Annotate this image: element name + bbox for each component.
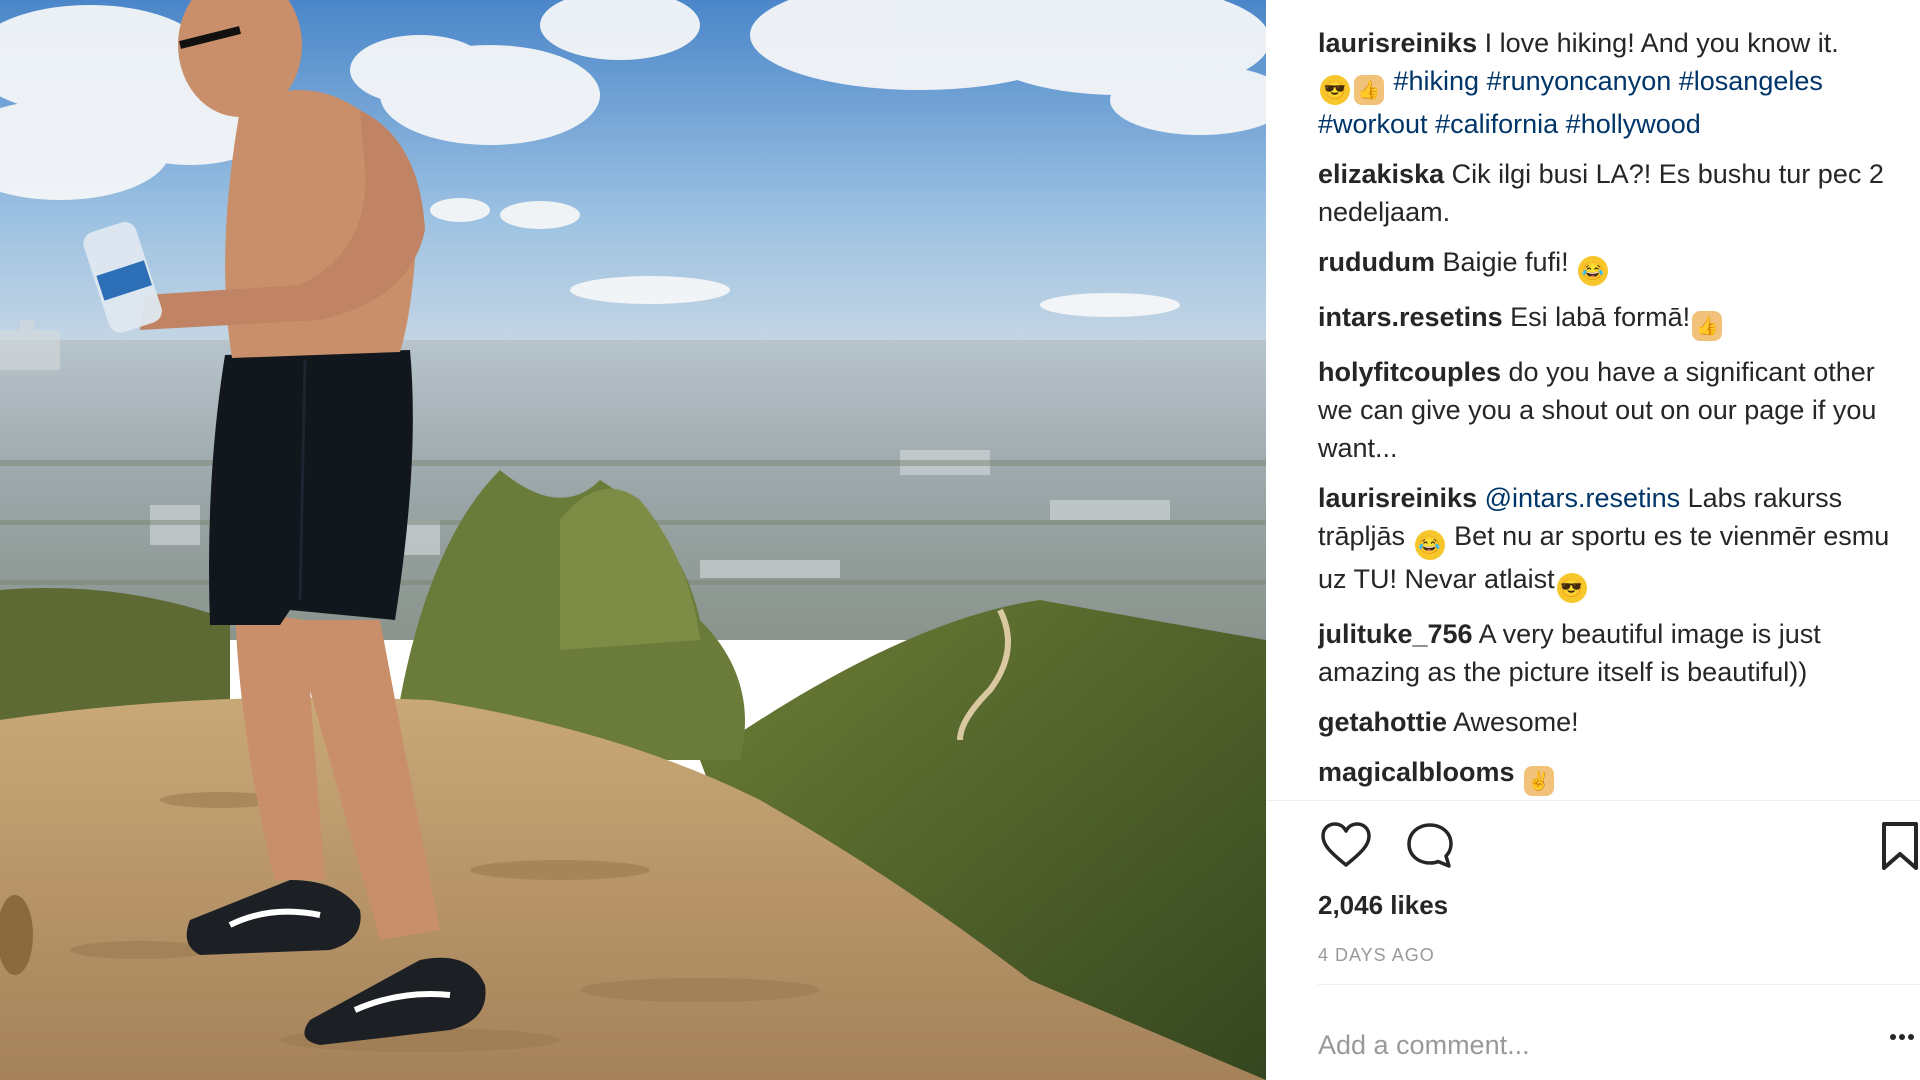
comment-username[interactable]: getahottie (1318, 707, 1447, 737)
caption-username[interactable]: laurisreiniks (1318, 28, 1477, 58)
hiking-photo-illustration (0, 0, 1266, 1080)
post-caption: laurisreiniks I love hiking! And you kno… (1318, 24, 1908, 143)
hashtag-link[interactable]: #losangeles (1679, 66, 1823, 96)
comment-username[interactable]: julituke_756 (1318, 619, 1473, 649)
likes-count[interactable]: 2,046 likes (1318, 890, 1448, 921)
hashtag-link[interactable]: #hiking (1394, 66, 1480, 96)
comment-username[interactable]: magicalblooms (1318, 757, 1515, 787)
comment-username[interactable]: rududum (1318, 247, 1435, 277)
mention-link[interactable]: @intars.resetins (1485, 483, 1680, 513)
more-options-icon[interactable] (1890, 1028, 1920, 1058)
thumbs-up-emoji-icon: 👍 (1354, 75, 1384, 105)
divider (1318, 984, 1920, 985)
thumbs-up-emoji-icon: 👍 (1692, 311, 1723, 341)
comment-username[interactable]: elizakiska (1318, 159, 1444, 189)
bookmark-icon[interactable] (1872, 818, 1920, 874)
comment-item: elizakiska Cik ilgi busi LA?! Es bushu t… (1318, 155, 1908, 231)
comment-item: rududum Baigie fufi! 😂 (1318, 243, 1908, 286)
comment-item: getahottie Awesome! (1318, 703, 1908, 741)
comment-text: Awesome! (1453, 707, 1579, 737)
sunglasses-emoji-icon: 😎 (1320, 75, 1350, 105)
post-actions-bar (1318, 818, 1918, 878)
hashtag-link[interactable]: #runyoncanyon (1487, 66, 1672, 96)
comment-username[interactable]: intars.resetins (1318, 302, 1503, 332)
comment-text: Esi labā formā! (1510, 302, 1691, 332)
caption-text: I love hiking! And you know it. (1484, 28, 1839, 58)
comment-text: Baigie fufi! (1442, 247, 1569, 277)
comment-item: intars.resetins Esi labā formā! 👍 (1318, 298, 1908, 341)
comment-item: laurisreiniks @intars.resetins Labs raku… (1318, 479, 1908, 603)
comment-bubble-icon[interactable] (1402, 818, 1458, 874)
comments-list[interactable]: laurisreiniks I love hiking! And you kno… (1318, 24, 1908, 796)
comment-username[interactable]: laurisreiniks (1318, 483, 1477, 513)
sunglasses-emoji-icon: 😎 (1556, 573, 1587, 603)
victory-hand-emoji-icon: ✌ (1524, 766, 1555, 796)
comment-item: julituke_756 A very beautiful image is j… (1318, 615, 1908, 691)
divider (1266, 800, 1920, 801)
post-timestamp: 4 DAYS AGO (1318, 945, 1435, 965)
tears-of-joy-emoji-icon: 😂 (1578, 256, 1609, 286)
post-side-panel: laurisreiniks I love hiking! And you kno… (1266, 0, 1920, 1080)
comment-username[interactable]: holyfitcouples (1318, 357, 1501, 387)
hashtag-link[interactable]: #workout (1318, 109, 1428, 139)
add-comment-input[interactable] (1318, 1020, 1858, 1070)
tears-of-joy-emoji-icon: 😂 (1414, 530, 1445, 560)
hashtag-link[interactable]: #hollywood (1566, 109, 1701, 139)
post-photo[interactable] (0, 0, 1266, 1080)
comment-item: holyfitcouples do you have a significant… (1318, 353, 1908, 467)
hashtag-link[interactable]: #california (1435, 109, 1558, 139)
comment-item: magicalblooms ✌ (1318, 753, 1908, 796)
heart-icon[interactable] (1318, 818, 1374, 874)
